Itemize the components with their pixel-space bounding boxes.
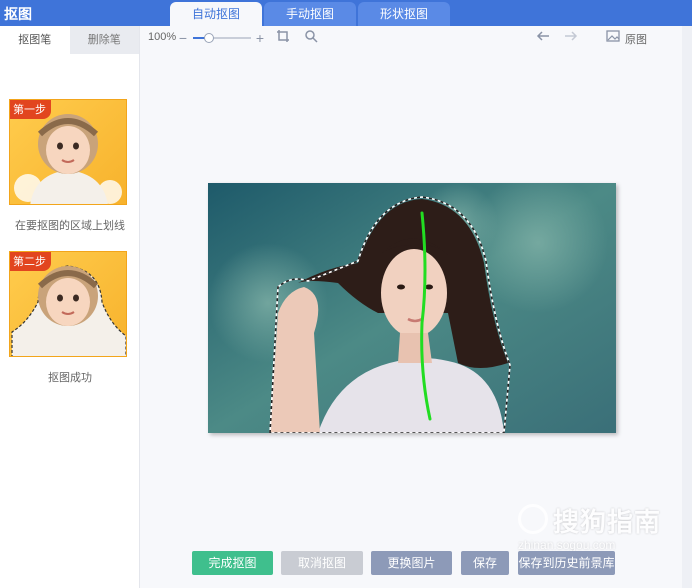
zoom-label: 100%	[148, 31, 177, 43]
tab-shape-cutout[interactable]: 形状抠图	[358, 2, 450, 26]
girl-photo-icon	[208, 183, 616, 433]
mode-tabs: 自动抠图 手动抠图 形状抠图	[170, 2, 452, 26]
step-badge: 第一步	[10, 100, 51, 119]
tab-auto-cutout[interactable]: 自动抠图	[170, 2, 262, 26]
plus-icon[interactable]: +	[253, 29, 267, 47]
minus-icon[interactable]: −	[177, 29, 189, 47]
scrollbar-strip[interactable]	[682, 26, 692, 588]
arrow-right-icon[interactable]	[563, 29, 579, 47]
pen-tabs: 抠图笔 删除笔	[0, 26, 139, 54]
zoom-slider[interactable]	[193, 33, 251, 43]
tab-erase-pen[interactable]: 删除笔	[69, 26, 139, 54]
cancel-cutout-button[interactable]: 取消抠图	[281, 551, 363, 575]
step-one-example-image: 第一步	[9, 99, 127, 205]
change-image-button[interactable]: 更换图片	[371, 551, 452, 575]
tab-cutout-pen[interactable]: 抠图笔	[0, 26, 70, 54]
left-panel: 抠图笔 删除笔 第一步 在要抠图的区域上划线 第二步 抠图成功	[0, 26, 140, 588]
tab-manual-cutout[interactable]: 手动抠图	[264, 2, 356, 26]
save-button[interactable]: 保存	[461, 551, 509, 575]
step-badge: 第二步	[10, 252, 51, 271]
finish-cutout-button[interactable]: 完成抠图	[192, 551, 273, 575]
image-icon[interactable]	[605, 29, 621, 47]
toolbar: 100% − + 原图	[141, 26, 681, 50]
sogou-logo	[518, 504, 548, 534]
step-two-caption: 抠图成功	[48, 372, 92, 384]
step-two-example-image: 第二步	[9, 251, 127, 357]
crop-icon[interactable]	[275, 29, 291, 47]
watermark-url: zhinan.sogou.com	[518, 538, 616, 552]
watermark-title: 搜狗指南	[553, 507, 662, 537]
save-to-history-button[interactable]: 保存到历史前景库	[518, 551, 615, 575]
zoom-slider-thumb[interactable]	[203, 33, 214, 43]
original-label[interactable]: 原图	[625, 31, 647, 47]
photo-canvas[interactable]	[208, 183, 616, 433]
title-bar: 抠图 自动抠图 手动抠图 形状抠图	[0, 0, 692, 26]
step-one-caption: 在要抠图的区域上划线	[15, 220, 125, 232]
arrow-left-icon[interactable]	[535, 29, 551, 47]
app-title: 抠图	[4, 6, 32, 22]
magnify-icon[interactable]	[303, 29, 319, 47]
